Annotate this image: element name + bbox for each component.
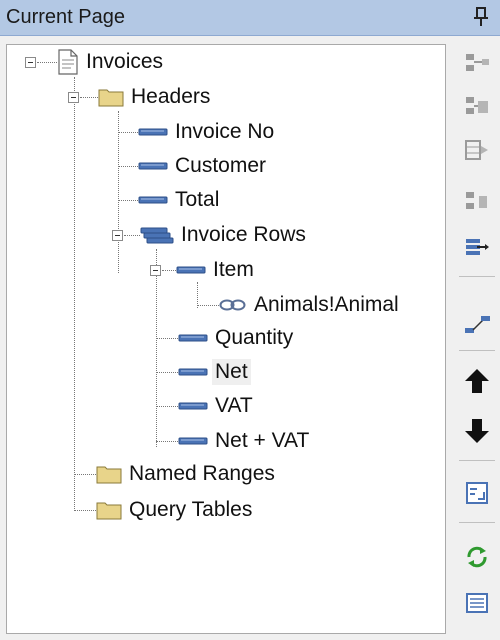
tree-node-net-vat[interactable]: Net + VAT	[178, 426, 312, 456]
add-group-button[interactable]	[460, 90, 494, 124]
tree-node-label: Customer	[175, 154, 267, 177]
tree-connector	[37, 62, 57, 63]
collapse-toggle[interactable]	[150, 265, 161, 276]
move-down-button[interactable]	[460, 414, 494, 448]
tree-node-label: Invoice No	[175, 120, 275, 143]
collapse-toggle[interactable]	[25, 57, 36, 68]
document-icon	[58, 49, 78, 75]
tree-node-customer[interactable]: Customer	[138, 151, 269, 181]
field-icon	[138, 128, 168, 136]
refresh-button[interactable]	[460, 540, 494, 574]
tree-connector	[74, 77, 75, 511]
properties-icon	[466, 482, 488, 504]
add-field-button[interactable]	[460, 46, 494, 80]
toolbar-separator	[459, 460, 495, 461]
add-field-icon	[466, 54, 489, 71]
tree-connector	[156, 338, 178, 339]
tree-node-quantity[interactable]: Quantity	[178, 323, 296, 353]
tree-connector	[197, 305, 219, 306]
toolbar-separator	[459, 350, 495, 351]
collapse-toggle[interactable]	[68, 92, 79, 103]
list-view-button[interactable]	[460, 586, 494, 620]
insert-after-button[interactable]	[460, 230, 494, 264]
folder-icon	[96, 466, 122, 484]
folder-icon	[98, 89, 124, 107]
tree-node-label: Invoice Rows	[181, 223, 306, 246]
tree-connector	[74, 510, 96, 511]
field-icon	[178, 334, 208, 342]
collapse-toggle[interactable]	[112, 230, 123, 241]
tree-node-label: Net	[212, 359, 251, 385]
tree-node-query-tables[interactable]: Query Tables	[96, 495, 255, 525]
link-range-icon	[465, 316, 490, 333]
move-up-button[interactable]	[460, 364, 494, 398]
add-table-button[interactable]	[460, 134, 494, 168]
side-toolbar	[455, 40, 500, 640]
tree-node-label: Invoices	[86, 50, 164, 73]
tree-node-headers[interactable]: Headers	[98, 82, 213, 112]
tree-connector	[74, 474, 96, 475]
tree-connector	[156, 372, 178, 373]
toolbar-separator	[459, 276, 495, 277]
page-tree-view[interactable]: Invoices Headers Invoice No Customer Tot…	[6, 44, 446, 634]
field-icon	[176, 266, 206, 274]
add-row-field-icon	[466, 192, 487, 209]
tree-node-label: Total	[175, 188, 220, 211]
add-row-field-button[interactable]	[460, 184, 494, 218]
tree-connector	[156, 406, 178, 407]
field-icon	[138, 196, 168, 204]
tree-connector	[118, 111, 119, 273]
add-table-icon	[465, 140, 488, 160]
tree-node-invoice-no[interactable]: Invoice No	[138, 117, 277, 147]
field-icon	[138, 162, 168, 170]
tree-connector	[118, 132, 138, 133]
tree-node-invoices[interactable]: Invoices	[57, 47, 166, 77]
repeating-group-icon	[140, 227, 174, 244]
tree-node-label: Query Tables	[129, 498, 253, 521]
tree-node-total[interactable]: Total	[138, 185, 222, 215]
toolbar-separator	[459, 522, 495, 523]
tree-connector	[124, 235, 140, 236]
tree-node-invoice-rows[interactable]: Invoice Rows	[140, 220, 309, 250]
folder-icon	[96, 502, 122, 520]
panel-title: Current Page	[6, 6, 125, 28]
tree-node-item-link[interactable]: Animals!Animal	[219, 290, 402, 320]
properties-button[interactable]	[460, 476, 494, 510]
field-icon	[178, 368, 208, 376]
tree-node-label: Named Ranges	[129, 462, 275, 485]
insert-after-icon	[466, 239, 489, 255]
link-icon	[219, 299, 246, 311]
tree-node-net[interactable]: Net	[178, 357, 251, 387]
tree-connector	[118, 166, 138, 167]
move-down-icon	[465, 419, 489, 443]
tree-node-label: Headers	[131, 85, 211, 108]
field-icon	[178, 437, 208, 445]
move-up-icon	[465, 369, 489, 393]
field-icon	[178, 402, 208, 410]
add-group-icon	[466, 97, 488, 114]
panel-title-bar: Current Page	[0, 0, 500, 36]
tree-node-label: Net + VAT	[215, 429, 310, 452]
tree-node-label: Quantity	[215, 326, 294, 349]
tree-connector	[162, 270, 176, 271]
refresh-icon	[467, 546, 487, 568]
tree-node-label: Animals!Animal	[254, 293, 399, 316]
tree-node-label: Item	[213, 258, 254, 281]
list-view-icon	[466, 593, 488, 613]
link-range-button[interactable]	[460, 308, 494, 342]
tree-node-vat[interactable]: VAT	[178, 391, 256, 421]
tree-node-label: VAT	[215, 394, 253, 417]
tree-node-item[interactable]: Item	[176, 255, 257, 285]
tree-connector	[80, 97, 98, 98]
pin-icon[interactable]	[472, 6, 490, 28]
tree-connector	[156, 441, 178, 442]
tree-connector	[118, 200, 138, 201]
tree-node-named-ranges[interactable]: Named Ranges	[96, 459, 278, 489]
tree-connector	[156, 249, 157, 447]
